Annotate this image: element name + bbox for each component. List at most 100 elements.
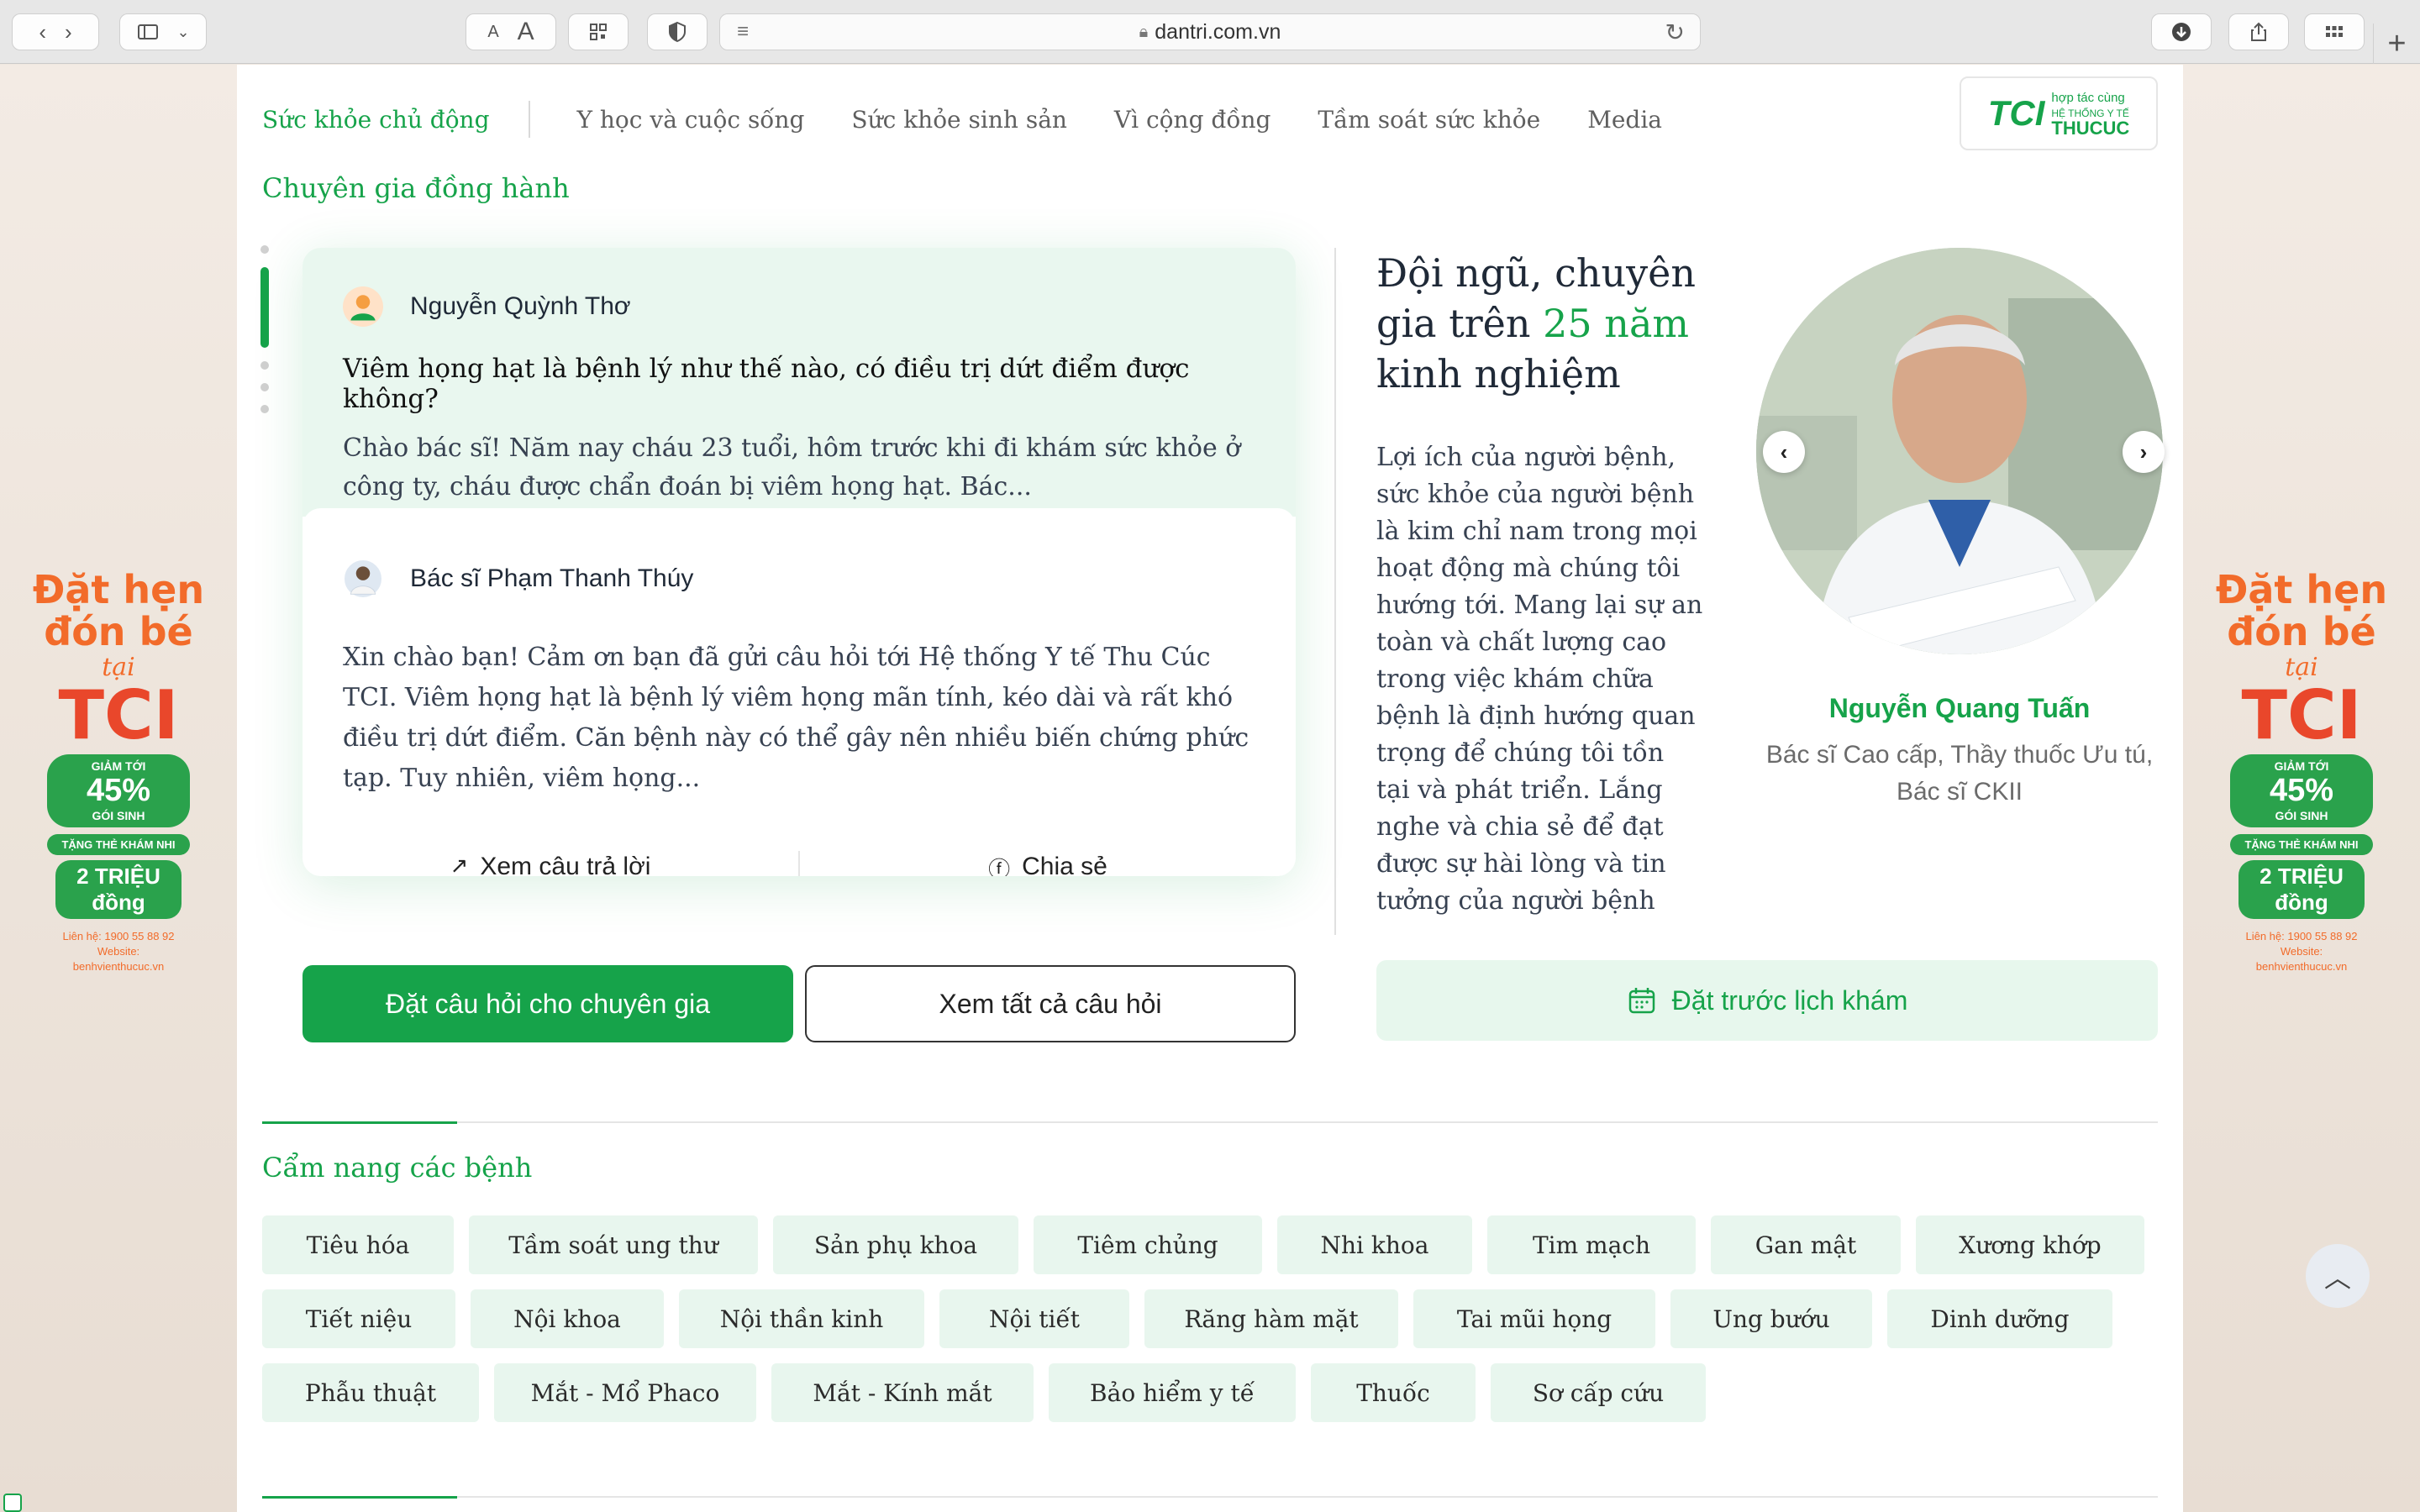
sidebar-toggle-button[interactable]: ⌄ [119,13,207,50]
section-divider [262,1121,2158,1124]
section-divider [262,1496,2158,1499]
featured-doctor-name: Nguyễn Quang Tuấn [1828,693,2091,723]
doctor-photo [1756,248,2163,654]
chevron-right-icon: › [2139,438,2148,465]
left-ad-banner[interactable]: Đặt hẹn đón bé tại TCI GIẢM TỚI 45% GÓI … [0,65,237,1512]
tag-noi-than-kinh[interactable]: Nội thần kinh [679,1289,924,1348]
tag-so-cap-cuu[interactable]: Sơ cấp cứu [1491,1363,1706,1422]
ad-website-label: Website: [2280,945,2323,958]
tag-noi-tiet[interactable]: Nội tiết [939,1289,1129,1348]
ad-content[interactable]: Đặt hẹn đón bé tại TCI GIẢM TỚI 45% GÓI … [2183,569,2420,974]
view-answer-label: Xem câu trả lời [480,853,651,876]
text-size-buttons[interactable]: A A [466,13,556,50]
reload-icon[interactable]: ↻ [1665,18,1685,46]
tag-noi-khoa[interactable]: Nội khoa [471,1289,664,1348]
ad-website-label: Website: [97,945,140,958]
tag-mat-mo-phaco[interactable]: Mắt - Mổ Phaco [494,1363,756,1422]
partner-logo[interactable]: TCI hợp tác cùng HỆ THỐNG Y TẾ THUCUC [1960,76,2158,150]
share-button[interactable] [2228,13,2289,50]
nav-item-y-hoc[interactable]: Y học và cuộc sống [577,106,805,134]
share-label: Chia sẻ [1022,853,1107,876]
tag-thuoc[interactable]: Thuốc [1311,1363,1476,1422]
chevron-down-icon: ⌄ [176,23,190,40]
nav-item-sinh-san[interactable]: Sức khỏe sinh sản [851,106,1067,134]
scroll-to-top-button[interactable]: ︿ [2306,1244,2370,1308]
ad-brand: TCI [2241,676,2362,754]
carousel-dot[interactable] [260,245,269,254]
carousel-dot[interactable] [260,383,269,391]
tag-tim-mach[interactable]: Tim mạch [1487,1215,1696,1274]
tag-tiem-chung[interactable]: Tiêm chủng [1034,1215,1262,1274]
view-answer-link[interactable]: ↗ Xem câu trả lời [302,843,798,876]
nav-item-media[interactable]: Media [1587,106,1662,134]
tag-nhi-khoa[interactable]: Nhi khoa [1277,1215,1472,1274]
qa-actions: ↗ Xem câu trả lời ⓕ Chia sẻ [302,843,1296,876]
sidebar-icon [138,24,159,39]
ask-expert-button[interactable]: Đặt câu hỏi cho chuyên gia [302,965,793,1042]
book-appointment-button[interactable]: Đặt trước lịch khám [1376,960,2158,1041]
tab-overview-button[interactable] [2304,13,2365,50]
reader-icon[interactable]: ≡ [737,20,749,44]
carousel-dot[interactable] [260,361,269,370]
plus-icon: + [2387,25,2407,61]
download-icon [2172,23,2191,41]
font-larger-button[interactable]: A [518,18,534,46]
tag-rang-ham-mat[interactable]: Răng hàm mặt [1144,1289,1398,1348]
share-link[interactable]: ⓕ Chia sẻ [800,843,1296,876]
back-forward-buttons[interactable]: ‹ › [12,13,99,50]
reader-qr-button[interactable] [568,13,629,50]
chevron-left-icon: ‹ [1780,438,1788,465]
tag-mat-kinh-mat[interactable]: Mắt - Kính mắt [771,1363,1034,1422]
view-all-questions-button[interactable]: Xem tất cả câu hỏi [805,965,1296,1042]
url-text: dantri.com.vn [1155,19,1281,44]
answer-body: Xin chào bạn! Cảm ơn bạn đã gửi câu hỏi … [343,643,1249,793]
question-title[interactable]: Viêm họng hạt là bệnh lý như thế nào, có… [343,354,1255,414]
nav-item-cong-dong[interactable]: Vì cộng đồng [1114,106,1270,134]
ad-line1: Đặt hẹn [32,567,205,612]
doctor-next-button[interactable]: › [2123,431,2165,473]
nav-item-active[interactable]: Sức khỏe chủ động [262,101,530,138]
doctor-prev-button[interactable]: ‹ [1763,431,1805,473]
carousel-dot-active[interactable] [260,267,269,348]
qa-card[interactable]: Nguyễn Quỳnh Thơ Viêm họng hạt là bệnh l… [302,248,1296,876]
tag-tieu-hoa[interactable]: Tiêu hóa [262,1215,454,1274]
carousel-dot[interactable] [260,405,269,413]
chevron-up-icon: ︿ [2323,1263,2351,1293]
tag-tam-soat-ung-thu[interactable]: Tầm soát ung thư [469,1215,758,1274]
ad-discount-label: GIẢM TỚI [91,759,146,773]
tag-ung-buou[interactable]: Ung bướu [1670,1289,1872,1348]
ad-line1: Đặt hẹn [2215,567,2388,612]
ad-discount-badge: GIẢM TỚI 45% GÓI SINH [2230,754,2373,827]
tag-tiet-nieu[interactable]: Tiết niệu [262,1289,455,1348]
tag-xuong-khop[interactable]: Xương khớp [1916,1215,2144,1274]
ad-discount-note: GÓI SINH [92,809,145,822]
new-tab-button[interactable]: + [2373,24,2420,64]
ad-discount: 45% [2269,773,2334,808]
team-title-highlight: 25 năm [1543,301,1689,346]
nav-item-tam-soat[interactable]: Tầm soát sức khỏe [1318,106,1540,134]
question-body: Chào bác sĩ! Năm nay cháu 23 tuổi, hôm t… [343,433,1241,501]
partner-line3: THUCUC [2051,118,2130,139]
back-icon[interactable]: ‹ [39,19,46,45]
address-bar[interactable]: ≡ 🔒︎ dantri.com.vn ↻ [719,13,1701,50]
browser-toolbar: ‹ › ⌄ A A ≡ 🔒︎ dantri.com.vn ↻ + [0,0,2420,64]
shield-icon [669,21,686,43]
tag-san-phu-khoa[interactable]: Sản phụ khoa [773,1215,1018,1274]
right-ad-banner[interactable]: Đặt hẹn đón bé tại TCI GIẢM TỚI 45% GÓI … [2183,65,2420,1512]
font-smaller-button[interactable]: A [487,23,498,42]
tag-gan-mat[interactable]: Gan mật [1711,1215,1901,1274]
ad-content[interactable]: Đặt hẹn đón bé tại TCI GIẢM TỚI 45% GÓI … [0,569,237,974]
privacy-button[interactable] [647,13,708,50]
category-nav: Sức khỏe chủ động Y học và cuộc sống Sức… [262,90,1662,149]
ad-hotline: Liên hệ: 1900 55 88 92 [2245,930,2358,942]
tag-bao-hiem-y-te[interactable]: Bảo hiểm y tế [1049,1363,1296,1422]
question-block: Nguyễn Quỳnh Thơ Viêm họng hạt là bệnh l… [302,248,1296,517]
lock-icon: 🔒︎ [1139,22,1149,41]
tag-phau-thuat[interactable]: Phẫu thuật [262,1363,479,1422]
tag-dinh-duong[interactable]: Dinh dưỡng [1887,1289,2112,1348]
section-divider-accent [262,1496,457,1499]
downloads-button[interactable] [2151,13,2212,50]
forward-icon[interactable]: › [65,19,72,45]
tci-mark: TCI [1987,93,2045,133]
tag-tai-mui-hong[interactable]: Tai mũi họng [1413,1289,1655,1348]
